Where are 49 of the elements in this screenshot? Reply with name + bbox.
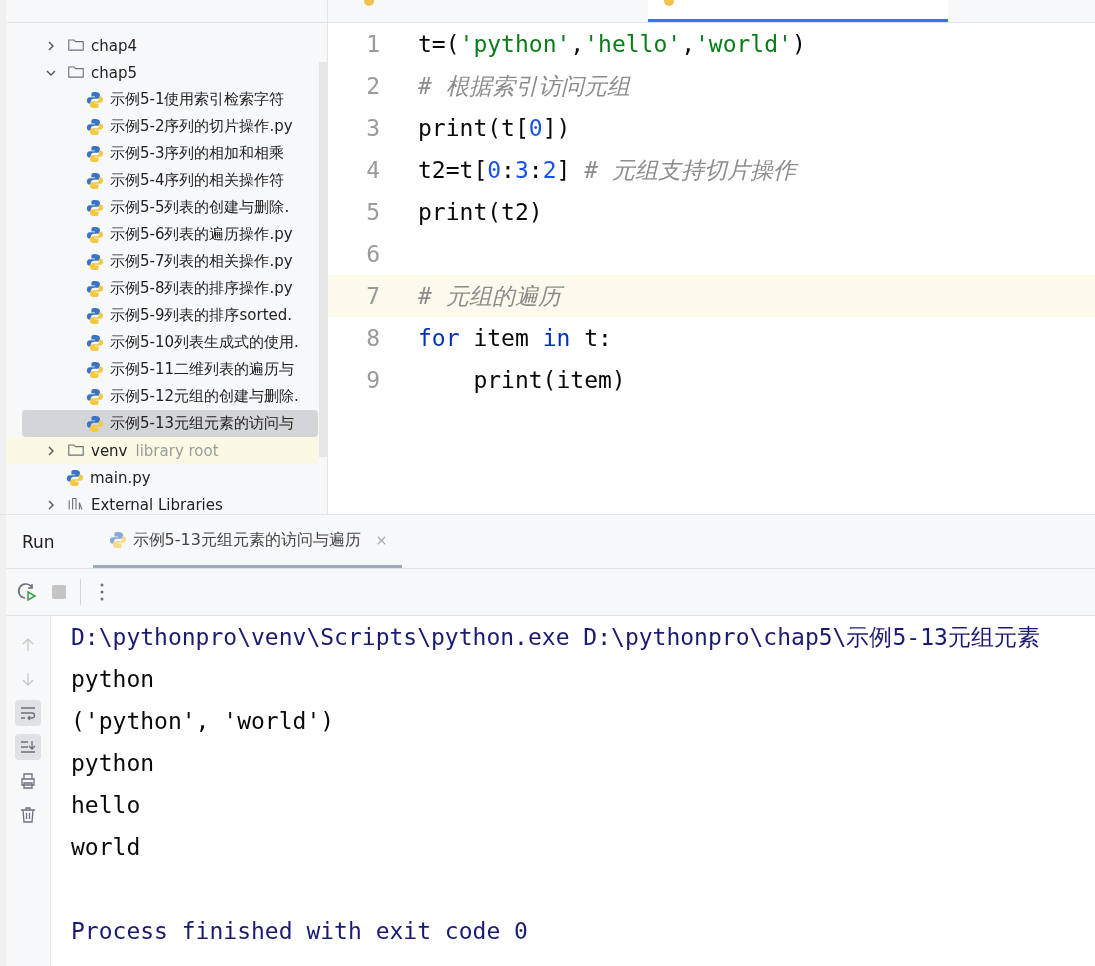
code-line: t=('python','hello','world')	[418, 31, 806, 57]
tree-item[interactable]: 示例5-5列表的创建与删除.	[6, 194, 318, 221]
panel-title: Run	[22, 531, 55, 552]
code-line: # 根据索引访问元组	[418, 71, 630, 101]
tree-item[interactable]: 示例5-3序列的相加和相乘	[6, 140, 318, 167]
tree-item[interactable]: 示例5-7列表的相关操作.py	[6, 248, 318, 275]
code-line: for item in t:	[418, 325, 612, 351]
library-root-label: library root	[135, 441, 219, 460]
folder-icon	[66, 442, 86, 459]
tree-item[interactable]: venv library root	[6, 437, 318, 464]
tree-item[interactable]: 示例5-2序列的切片操作.py	[6, 113, 318, 140]
scrollbar-thumb[interactable]	[319, 62, 327, 457]
line-number: 3	[365, 115, 381, 141]
command-line: D:\pythonpro\venv\Scripts\python.exe D:\pythonpro\chap5\示例5-13元组元素	[71, 622, 1040, 652]
tree-item[interactable]: 示例5-12元组的创建与删除.	[6, 383, 318, 410]
tree-item[interactable]: chap5	[6, 59, 318, 86]
tree-item[interactable]: 示例5-1使用索引检索字符	[6, 86, 318, 113]
console-output: world	[71, 834, 141, 860]
tree-item[interactable]: 示例5-9列表的排序sorted.	[6, 302, 318, 329]
line-number: 8	[365, 325, 381, 351]
code-line: print(t[0])	[418, 115, 571, 141]
console-output: python	[71, 750, 155, 776]
line-number: 5	[365, 199, 381, 225]
tree-item[interactable]: main.py	[6, 464, 318, 491]
code-line: print(item)	[472, 367, 626, 393]
editor-tab[interactable]	[648, 0, 948, 22]
code-line: print(t2)	[418, 199, 543, 225]
tree-item[interactable]: 示例5-8列表的排序操作.py	[6, 275, 318, 302]
tree-item[interactable]: 示例5-11二维列表的遍历与	[6, 356, 318, 383]
line-number: 6	[365, 241, 381, 267]
line-number: 4	[365, 157, 381, 183]
folder-icon	[66, 37, 86, 54]
console-output: python	[71, 666, 155, 692]
console-output: hello	[71, 792, 141, 818]
tree-item[interactable]: chap4	[6, 32, 318, 59]
exit-message: Process finished with exit code 0	[71, 918, 528, 944]
line-number: 9	[365, 367, 381, 393]
line-number: 7	[365, 283, 381, 309]
rerun-icon[interactable]	[16, 581, 38, 603]
line-number: 1	[365, 31, 381, 57]
tree-item[interactable]: External Libraries	[6, 491, 318, 514]
tree-item[interactable]: 示例5-4序列的相关操作符	[6, 167, 318, 194]
console-output: ('python', 'world')	[71, 708, 335, 734]
line-number: 2	[365, 73, 381, 99]
tree-item[interactable]: 示例5-6列表的遍历操作.py	[6, 221, 318, 248]
tree-item[interactable]: 示例5-13元组元素的访问与	[22, 410, 318, 437]
tree-item[interactable]: 示例5-10列表生成式的使用.	[6, 329, 318, 356]
run-tab[interactable]: 示例5-13元组元素的访问与遍历	[92, 515, 402, 568]
folder-icon	[66, 64, 86, 81]
